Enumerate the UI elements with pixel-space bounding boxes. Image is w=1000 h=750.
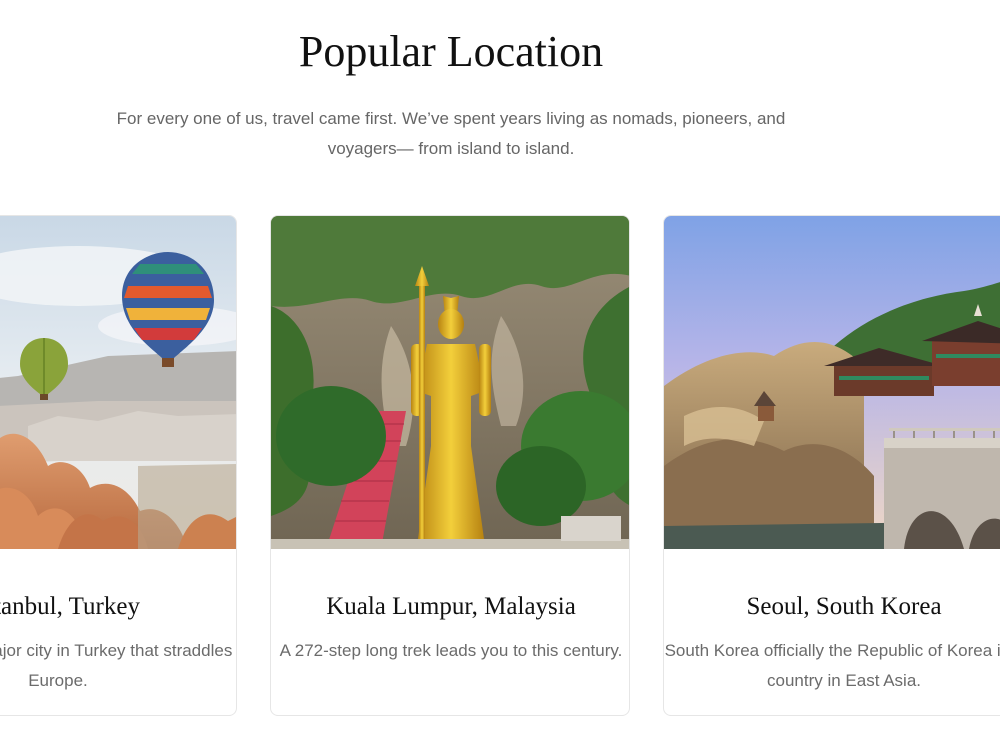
location-description: A 272-step long trek leads you to this c… [279,641,623,660]
location-image-kuala-lumpur[interactable] [271,216,629,549]
location-card-istanbul[interactable]: Istanbul, Turkey Istanbul is a major cit… [0,215,237,716]
seaside-temple-image [664,216,1000,549]
section-title: Popular Location [298,27,604,76]
location-title[interactable]: Kuala Lumpur, Malaysia [271,589,629,625]
popular-location-section: Popular Location For every one of us, tr… [0,0,1000,750]
location-title[interactable]: Istanbul, Turkey [0,589,236,625]
location-image-seoul[interactable] [664,216,1000,549]
location-image-istanbul[interactable] [0,216,236,549]
hot-air-balloons-image [0,216,236,549]
location-description: South Korea officially the Republic of K… [664,641,1000,690]
location-card-seoul[interactable]: Seoul, South Korea South Korea officiall… [663,215,1000,716]
location-card-kuala-lumpur[interactable]: Kuala Lumpur, Malaysia A 272-step long t… [270,215,630,716]
location-title[interactable]: Seoul, South Korea [664,589,1000,625]
section-subtitle: For every one of us, travel came first. … [116,109,786,158]
batu-caves-image [271,216,629,549]
location-description: Istanbul is a major city in Turkey that … [0,641,233,690]
